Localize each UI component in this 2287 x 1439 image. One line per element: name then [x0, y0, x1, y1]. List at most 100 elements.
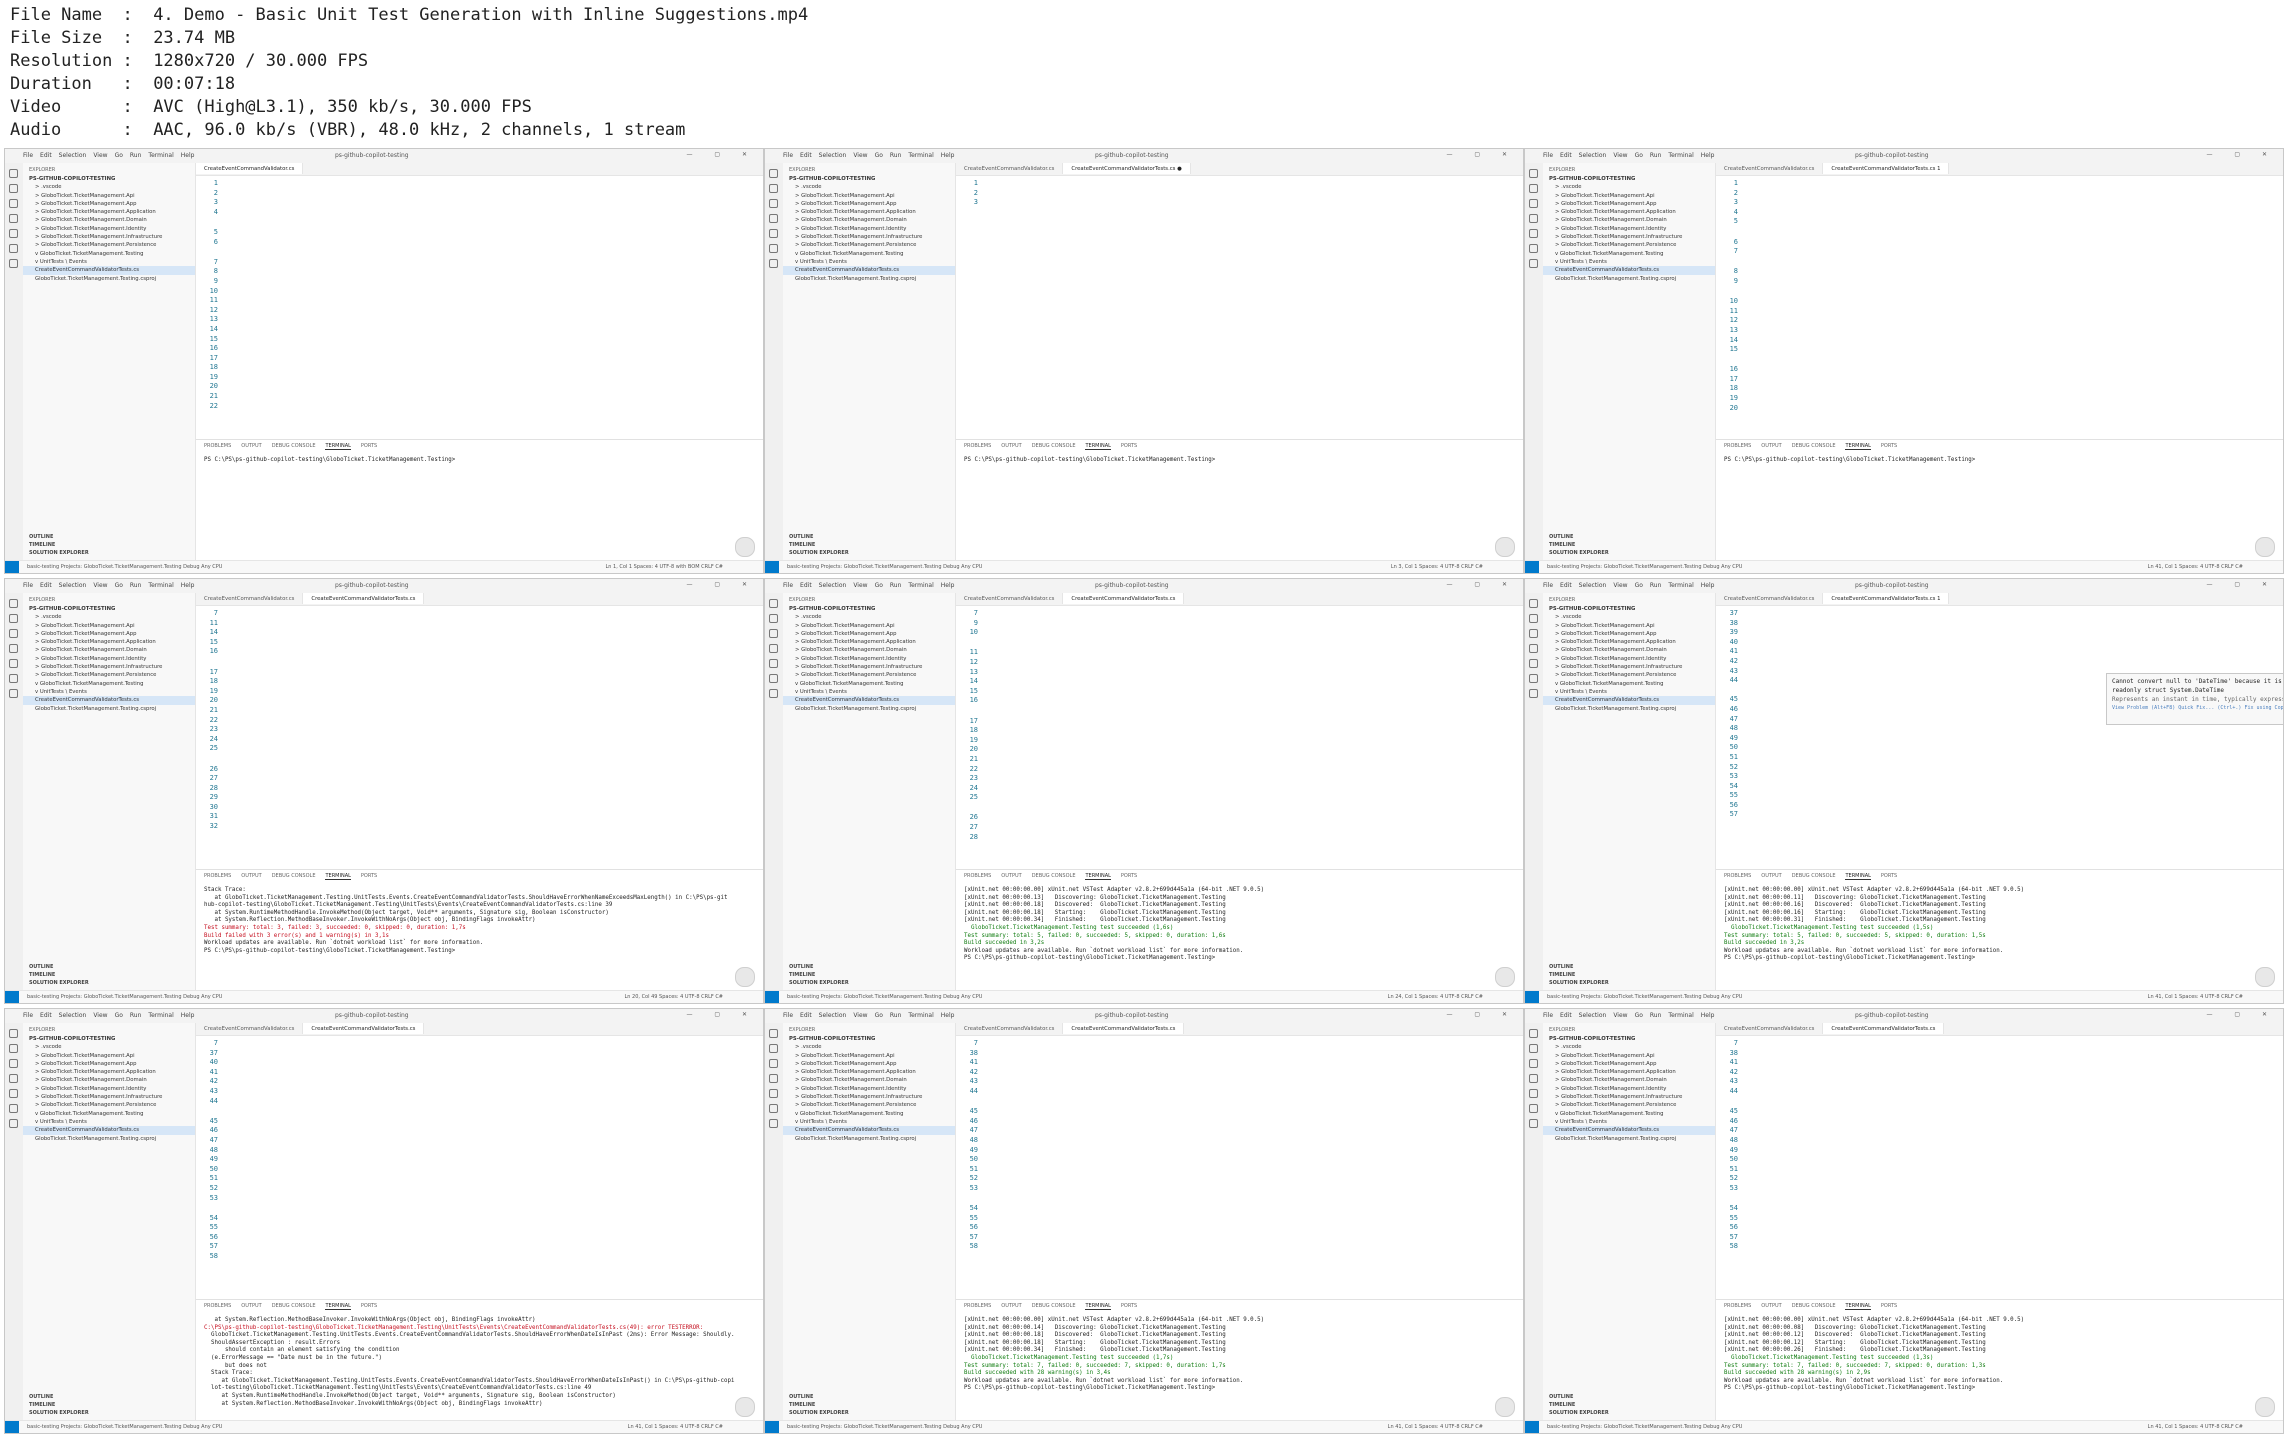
panel-tab[interactable]: DEBUG CONSOLE	[272, 873, 316, 879]
explorer-item[interactable]: > GloboTicket.TicketManagement.Api	[1543, 192, 1715, 200]
code-line[interactable]: 2	[196, 189, 763, 199]
menu-item[interactable]: Edit	[1560, 152, 1572, 159]
menu-item[interactable]: View	[93, 582, 107, 589]
code-line[interactable]	[1716, 287, 2283, 298]
explorer-item[interactable]: > GloboTicket.TicketManagement.Api	[783, 1052, 955, 1060]
explorer-item[interactable]: v UnitTests \ Events	[1543, 688, 1715, 696]
run-debug-icon[interactable]	[769, 214, 778, 223]
explorer-section[interactable]: SOLUTION EXPLORER	[783, 979, 955, 987]
code-line[interactable]: 42	[1716, 657, 2283, 667]
explorer-item[interactable]: > GloboTicket.TicketManagement.App	[1543, 200, 1715, 208]
testing-icon[interactable]	[1529, 244, 1538, 253]
menu-item[interactable]: File	[23, 582, 33, 589]
code-line[interactable]: 54	[1716, 1204, 2283, 1214]
explorer-item[interactable]: > GloboTicket.TicketManagement.Api	[783, 622, 955, 630]
code-line[interactable]: 55	[196, 1223, 763, 1233]
code-line[interactable]: 13	[196, 315, 763, 325]
panel-tab[interactable]: PROBLEMS	[204, 1303, 231, 1309]
code-line[interactable]: 9	[956, 619, 1523, 629]
explorer-item[interactable]: PS-GITHUB-COPILOT-TESTING	[783, 175, 955, 183]
menu-item[interactable]: Terminal	[1668, 1012, 1693, 1019]
explorer-item[interactable]: GloboTicket.TicketManagement.Testing.csp…	[1543, 275, 1715, 283]
editor-tab[interactable]: CreateEventCommandValidator.cs	[956, 593, 1064, 604]
explorer-item[interactable]: > .vscode	[783, 183, 955, 191]
remote-indicator-icon[interactable]	[5, 561, 19, 573]
testing-icon[interactable]	[9, 244, 18, 253]
code-line[interactable]: 41	[1716, 1058, 2283, 1068]
testing-icon[interactable]	[769, 674, 778, 683]
explorer-section[interactable]: SOLUTION EXPLORER	[23, 1409, 195, 1417]
terminal-output[interactable]: PS C:\PS\ps-github-copilot-testing\Globo…	[1716, 454, 2283, 468]
code-line[interactable]: 5	[196, 228, 763, 238]
explorer-item[interactable]: PS-GITHUB-COPILOT-TESTING	[783, 605, 955, 613]
copilot-icon[interactable]	[9, 259, 18, 268]
explorer-section[interactable]: SOLUTION EXPLORER	[1543, 1409, 1715, 1417]
panel-tab[interactable]: OUTPUT	[241, 443, 261, 449]
code-line[interactable]: 41	[196, 1068, 763, 1078]
code-line[interactable]: 55	[1716, 1214, 2283, 1224]
explorer-item[interactable]: > GloboTicket.TicketManagement.Identity	[783, 225, 955, 233]
code-line[interactable]: 15	[1716, 345, 2283, 355]
source-control-icon[interactable]	[9, 199, 18, 208]
code-line[interactable]: 41	[956, 1058, 1523, 1068]
explorer-item[interactable]: CreateEventCommandValidatorTests.cs	[783, 266, 955, 275]
editor-tab[interactable]: CreateEventCommandValidatorTests.cs 1	[1823, 593, 1950, 604]
code-line[interactable]	[196, 217, 763, 228]
code-line[interactable]	[196, 1203, 763, 1214]
panel-tab[interactable]: OUTPUT	[1001, 873, 1021, 879]
menu-item[interactable]: Help	[1701, 1012, 1715, 1019]
code-line[interactable]: 45	[1716, 1107, 2283, 1117]
explorer-section[interactable]: SOLUTION EXPLORER	[23, 979, 195, 987]
remote-indicator-icon[interactable]	[765, 991, 779, 1003]
copilot-chat-icon[interactable]	[1495, 537, 1515, 557]
code-line[interactable]	[196, 247, 763, 258]
hover-actions[interactable]: View Problem (Alt+F8) Quick Fix... (Ctrl…	[2112, 704, 2283, 713]
search-icon[interactable]	[769, 614, 778, 623]
menu-item[interactable]: Selection	[59, 582, 87, 589]
run-debug-icon[interactable]	[769, 1074, 778, 1083]
code-line[interactable]: 20	[196, 382, 763, 392]
panel-tab[interactable]: PORTS	[1881, 1303, 1897, 1309]
menu-item[interactable]: File	[783, 152, 793, 159]
code-line[interactable]: 53	[1716, 772, 2283, 782]
explorer-item[interactable]: GloboTicket.TicketManagement.Testing.csp…	[783, 705, 955, 713]
code-line[interactable]: 1	[196, 179, 763, 189]
code-line[interactable]: 30	[196, 803, 763, 813]
panel-tab[interactable]: DEBUG CONSOLE	[1792, 1303, 1836, 1309]
panel-tab[interactable]: DEBUG CONSOLE	[272, 1303, 316, 1309]
code-line[interactable]: 16	[956, 696, 1523, 706]
extensions-icon[interactable]	[9, 659, 18, 668]
explorer-item[interactable]: > .vscode	[23, 1043, 195, 1051]
panel-tab[interactable]: PORTS	[361, 443, 377, 449]
menu-item[interactable]: Edit	[800, 152, 812, 159]
code-line[interactable]: 37	[1716, 609, 2283, 619]
menu-item[interactable]: Edit	[40, 152, 52, 159]
code-line[interactable]: 19	[196, 373, 763, 383]
code-line[interactable]: 2	[1716, 189, 2283, 199]
editor-tab[interactable]: CreateEventCommandValidatorTests.cs	[1063, 1023, 1185, 1034]
editor-tab[interactable]: CreateEventCommandValidator.cs	[1716, 593, 1824, 604]
code-line[interactable]: 24	[956, 784, 1523, 794]
explorer-item[interactable]: > GloboTicket.TicketManagement.Domain	[783, 1076, 955, 1084]
editor-tab[interactable]: CreateEventCommandValidatorTests.cs	[303, 1023, 425, 1034]
panel-tab[interactable]: PORTS	[1881, 873, 1897, 879]
search-icon[interactable]	[769, 1044, 778, 1053]
code-line[interactable]: 14	[1716, 336, 2283, 346]
explorer-section[interactable]: OUTLINE	[1543, 963, 1715, 971]
panel-tab[interactable]: PORTS	[1121, 443, 1137, 449]
extensions-icon[interactable]	[769, 659, 778, 668]
code-line[interactable]: 4	[196, 208, 763, 218]
explorer-section[interactable]: OUTLINE	[1543, 533, 1715, 541]
code-line[interactable]: 15	[196, 335, 763, 345]
explorer-item[interactable]: > .vscode	[1543, 1043, 1715, 1051]
code-line[interactable]: 43	[196, 1087, 763, 1097]
menu-item[interactable]: Run	[890, 1012, 902, 1019]
menu-item[interactable]: Selection	[819, 1012, 847, 1019]
explorer-item[interactable]: > GloboTicket.TicketManagement.Domain	[23, 216, 195, 224]
code-line[interactable]: 14	[196, 628, 763, 638]
code-line[interactable]: 19	[956, 736, 1523, 746]
explorer-item[interactable]: > .vscode	[23, 613, 195, 621]
panel-tab[interactable]: PROBLEMS	[964, 873, 991, 879]
code-line[interactable]: 26	[956, 813, 1523, 823]
extensions-icon[interactable]	[1529, 659, 1538, 668]
